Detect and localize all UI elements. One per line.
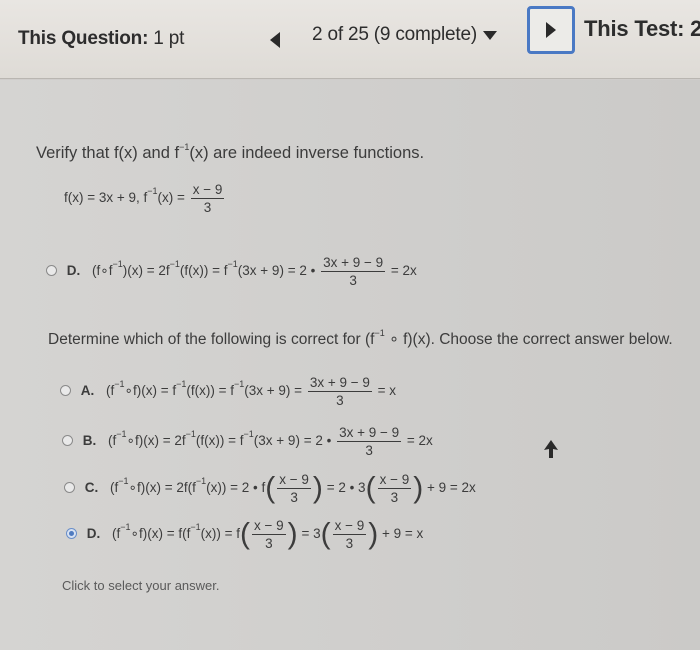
radio-button[interactable] (60, 385, 71, 396)
given-fraction: x − 93 (190, 182, 225, 215)
click-to-select-hint: Click to select your answer. (62, 578, 220, 593)
question-prompt: Verify that f(x) and f−1(x) are indeed i… (36, 142, 425, 162)
answer-option-c[interactable]: C. (f−1∘f)(x) = 2f(f−1(x)) = 2 • f(x − 9… (64, 472, 476, 505)
answer-option-a[interactable]: A. (f−1∘f)(x) = f−1(f(x)) = f−1(3x + 9) … (60, 375, 396, 408)
radio-button[interactable] (46, 265, 57, 276)
chevron-right-icon (546, 22, 556, 38)
next-question-button[interactable] (527, 6, 575, 54)
given-functions: f(x) = 3x + 9, f−1(x) = x − 93 (64, 182, 225, 215)
answer-option-d[interactable]: D. (f−1∘f)(x) = f(f−1(x)) = f(x − 9 3) = … (66, 518, 423, 551)
question-header: This Question: 1 pt 2 of 25 (9 complete)… (0, 0, 700, 79)
previous-question-button[interactable] (258, 24, 292, 56)
answer-option-b[interactable]: B. (f−1∘f)(x) = 2f−1(f(x)) = f−1(3x + 9)… (62, 425, 433, 458)
radio-button[interactable] (62, 435, 73, 446)
radio-button[interactable] (64, 482, 75, 493)
mouse-cursor-icon (544, 440, 558, 458)
caret-down-icon (482, 30, 497, 40)
question-points-label: This Question: 1 pt (18, 28, 185, 49)
question-progress-dropdown[interactable]: 2 of 25 (9 complete) (312, 24, 497, 46)
part1-selected-answer[interactable]: D. (f∘f−1)(x) = 2f−1(f(x)) = f−1(3x + 9)… (46, 255, 417, 288)
radio-button-selected[interactable] (66, 528, 77, 539)
chevron-left-icon (270, 32, 280, 48)
determine-instruction: Determine which of the following is corr… (48, 328, 673, 348)
question-content: Verify that f(x) and f−1(x) are indeed i… (0, 80, 700, 650)
test-points-label: This Test: 2 (584, 16, 700, 41)
